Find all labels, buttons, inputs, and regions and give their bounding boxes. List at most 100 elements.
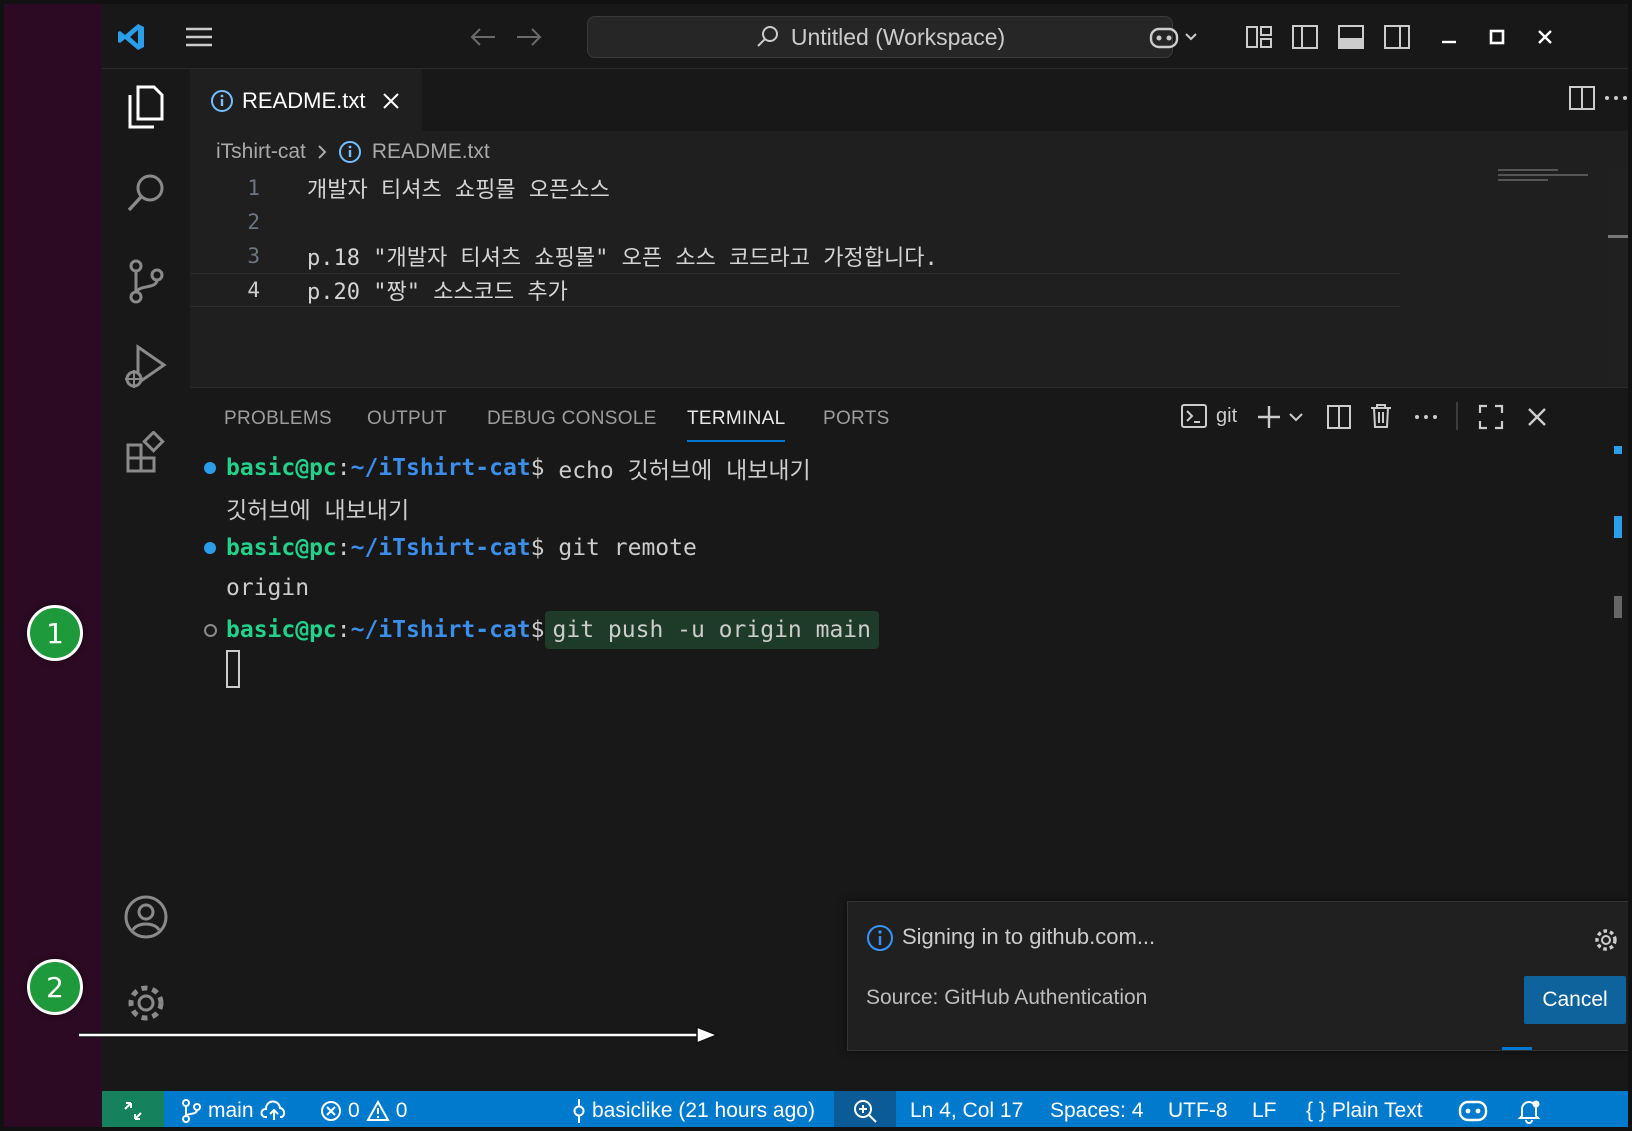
publish-cloud-icon <box>260 1100 285 1120</box>
line-text: p.18 "개발자 티셔츠 쇼핑몰" 오픈 소스 코드라고 가정합니다. <box>307 246 938 271</box>
copilot-status-icon[interactable] <box>1458 1091 1488 1127</box>
search-sidebar-icon[interactable] <box>118 165 174 221</box>
bottom-panel: PROBLEMS OUTPUT DEBUG CONSOLE TERMINAL P… <box>190 387 1628 1092</box>
cursor-position[interactable]: Ln 4, Col 17 <box>910 1091 1023 1127</box>
warning-icon <box>365 1100 390 1121</box>
language-mode-status[interactable]: { } Plain Text <box>1306 1091 1423 1127</box>
highlighted-command: git push -u origin main <box>544 611 880 649</box>
tab-problems[interactable]: PROBLEMS <box>224 408 332 430</box>
forward-arrow-icon[interactable] <box>512 20 546 54</box>
line-text: 개발자 티셔츠 쇼핑몰 오픈소스 <box>307 178 610 203</box>
tab-terminal[interactable]: TERMINAL <box>687 408 786 442</box>
tab-ports[interactable]: PORTS <box>823 408 890 430</box>
progress-indicator <box>1502 1047 1532 1050</box>
branch-name: main <box>208 1099 254 1122</box>
git-blame-status[interactable]: basiclike (21 hours ago) <box>572 1091 815 1127</box>
prompt-user: basic@pc <box>226 535 337 561</box>
breadcrumb-file[interactable]: README.txt <box>372 140 490 164</box>
eol-status[interactable]: LF <box>1252 1091 1277 1127</box>
braces-icon: { } <box>1306 1099 1326 1122</box>
command-pending-decoration[interactable] <box>204 624 217 637</box>
command-success-decoration[interactable] <box>204 462 216 474</box>
minimap[interactable] <box>1498 169 1594 189</box>
split-editor-icon[interactable] <box>1568 85 1596 116</box>
prompt-user: basic@pc <box>226 455 337 481</box>
info-icon <box>211 89 233 112</box>
title-bar: Untitled (Workspace) <box>102 4 1628 69</box>
close-window-icon[interactable] <box>1528 20 1562 54</box>
explorer-icon[interactable] <box>118 79 174 135</box>
info-icon <box>867 925 893 951</box>
customize-layout-icon[interactable] <box>1242 20 1276 54</box>
commit-icon <box>573 1099 585 1123</box>
error-icon <box>321 1101 341 1121</box>
tab-readme[interactable]: README.txt <box>190 69 422 131</box>
toolbar-divider <box>1456 402 1458 430</box>
problems-status[interactable]: 0 0 <box>320 1091 408 1127</box>
terminal-name: git <box>1216 404 1238 427</box>
command-success-decoration[interactable] <box>204 542 216 554</box>
info-icon <box>338 141 361 163</box>
tab-debug-console[interactable]: DEBUG CONSOLE <box>487 408 657 430</box>
menu-icon[interactable] <box>182 20 216 54</box>
editor-scrollbar[interactable] <box>1608 169 1628 387</box>
code-line-current[interactable]: 4 p.20 "짱" 소스코드 추가 <box>190 273 1400 307</box>
chevron-right-icon <box>318 145 327 159</box>
terminal-more-icon[interactable] <box>1412 404 1440 435</box>
toggle-primary-sidebar-icon[interactable] <box>1288 20 1322 54</box>
command-text: echo 깃허브에 내보내기 <box>558 458 811 484</box>
close-tab-icon[interactable] <box>381 91 401 111</box>
command-center-search[interactable]: Untitled (Workspace) <box>587 16 1173 58</box>
terminal-line: basic@pc: ~/iTshirt-cat $ git push -u origi… <box>204 611 880 649</box>
notification-title: Signing in to github.com... <box>902 924 1156 949</box>
source-control-icon[interactable] <box>118 253 174 309</box>
encoding-status[interactable]: UTF-8 <box>1168 1091 1228 1127</box>
terminal-output: origin <box>226 570 309 606</box>
line-text: p.20 "짱" 소스코드 추가 <box>307 280 568 305</box>
branch-status[interactable]: main <box>180 1091 288 1127</box>
accounts-icon[interactable] <box>118 889 174 945</box>
indentation-status[interactable]: Spaces: 4 <box>1050 1091 1143 1127</box>
terminal-output: 깃허브에 내보내기 <box>226 490 409 526</box>
vscode-window: Untitled (Workspace) README.txt iTshirt-… <box>102 4 1628 1127</box>
new-terminal-icon[interactable] <box>1256 404 1308 435</box>
run-debug-icon[interactable] <box>118 339 174 395</box>
split-terminal-icon[interactable] <box>1326 404 1352 435</box>
breadcrumb-folder[interactable]: iTshirt-cat <box>216 140 306 164</box>
notification-gear-icon[interactable] <box>1592 926 1620 954</box>
annotation-badge-2: 2 <box>27 959 83 1015</box>
output-text: origin <box>226 575 310 601</box>
manage-gear-icon[interactable] <box>118 975 174 1031</box>
zoom-icon <box>854 1100 877 1123</box>
prompt-path: ~/iTshirt-cat <box>350 455 531 481</box>
toggle-secondary-sidebar-icon[interactable] <box>1380 20 1414 54</box>
terminal-selector[interactable]: git <box>1180 402 1237 430</box>
minimize-icon[interactable] <box>1432 20 1466 54</box>
cancel-button[interactable]: Cancel <box>1524 976 1626 1024</box>
annotation-badge-1: 1 <box>27 605 83 661</box>
maximize-icon[interactable] <box>1480 20 1514 54</box>
vscode-logo-icon <box>114 20 148 54</box>
breadcrumb: iTshirt-cat README.txt <box>216 135 490 169</box>
language-name: Plain Text <box>1331 1099 1423 1122</box>
error-count: 0 <box>348 1099 360 1122</box>
activity-bar <box>102 69 190 1091</box>
toggle-panel-icon[interactable] <box>1334 20 1368 54</box>
remote-indicator-icon[interactable] <box>102 1091 164 1127</box>
tab-output[interactable]: OUTPUT <box>367 408 447 430</box>
maximize-panel-icon[interactable] <box>1478 404 1504 435</box>
annotation-arrow <box>79 1025 719 1045</box>
editor-area: README.txt iTshirt-cat README.txt 1 개발자 … <box>190 69 1628 387</box>
warning-count: 0 <box>395 1099 408 1122</box>
zoom-status[interactable] <box>834 1091 896 1127</box>
notifications-bell-icon[interactable] <box>1516 1091 1542 1127</box>
tab-label: README.txt <box>242 87 366 113</box>
kill-terminal-trash-icon[interactable] <box>1368 402 1394 435</box>
copilot-icon[interactable] <box>1146 20 1202 54</box>
more-actions-icon[interactable] <box>1602 85 1628 116</box>
back-arrow-icon[interactable] <box>466 20 500 54</box>
close-panel-icon[interactable] <box>1526 406 1548 433</box>
extensions-icon[interactable] <box>118 425 174 481</box>
terminal-icon <box>1181 404 1207 428</box>
editor-tab-strip: README.txt <box>190 69 1628 131</box>
